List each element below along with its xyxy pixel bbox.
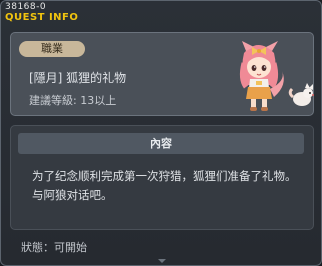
level-requirement: 建議等級: 13以上 <box>29 94 117 107</box>
quest-status: 狀態：可開始 <box>21 241 87 254</box>
chevron-down-icon[interactable] <box>158 259 166 263</box>
quest-info-window: 38168-0 QUEST INFO 職業 [隱月] 狐狸的礼物 建議等級: 1… <box>0 0 322 266</box>
quest-title: [隱月] 狐狸的礼物 <box>29 71 127 85</box>
white-fox-icon <box>288 83 314 106</box>
job-badge: 職業 <box>19 41 85 57</box>
content-panel: 內容 为了纪念顺利完成第一次狩猎，狐狸们准备了礼物。与阿狼对话吧。 <box>10 125 314 230</box>
fox-girl-npc-icon <box>239 41 314 111</box>
quest-id: 38168-0 <box>5 2 47 12</box>
content-header: 內容 <box>18 133 304 154</box>
quest-description: 为了纪念顺利完成第一次狩猎，狐狸们准备了礼物。与阿狼对话吧。 <box>32 169 297 202</box>
window-title: QUEST INFO <box>5 12 79 23</box>
